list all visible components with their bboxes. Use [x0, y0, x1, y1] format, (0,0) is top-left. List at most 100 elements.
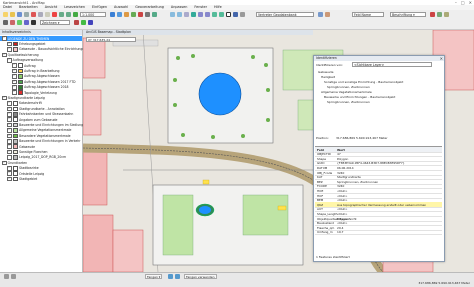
layer-visibility-checkbox[interactable]: ✓ — [2, 95, 7, 101]
zoom-out-icon[interactable] — [177, 12, 182, 17]
identify-tree-item[interactable]: Springbrunnen, Zierbrunnen — [327, 85, 370, 89]
layer-visibility-checkbox[interactable]: ✓ — [7, 47, 12, 52]
toc-layer-label: Katasterschrift — [19, 101, 42, 106]
layout-view-icon[interactable] — [4, 274, 9, 279]
toc-layer-item[interactable]: ✓ Stadtgebiet — [0, 176, 82, 182]
save-icon[interactable] — [17, 12, 22, 17]
undo-icon[interactable] — [59, 12, 64, 17]
identify-tree-item[interactable]: Sonstige und sonstige Einrichtung - Bauh… — [324, 80, 403, 84]
new-document-icon[interactable] — [3, 12, 8, 17]
use-snapping-button[interactable]: Fangen verwenden — [184, 274, 217, 279]
arctoolbox-icon[interactable] — [138, 12, 143, 17]
layer-visibility-checkbox[interactable]: ✓ — [7, 41, 12, 47]
text-tool-icon[interactable] — [31, 20, 36, 25]
layer-visibility-checkbox[interactable]: ✓ — [12, 74, 17, 79]
layer-visibility-checkbox[interactable]: ✓ — [7, 101, 12, 106]
identify-tree-item[interactable]: Heiligkeit — [321, 75, 335, 79]
draw-line-icon[interactable] — [24, 20, 29, 25]
layer-visibility-checkbox[interactable]: ✓ — [2, 52, 7, 58]
identify-tree-item[interactable]: Gebaeude — [318, 70, 333, 74]
draw-rectangle-icon[interactable] — [10, 20, 15, 25]
python-icon[interactable] — [145, 12, 150, 17]
full-extent-icon[interactable] — [191, 12, 196, 17]
field-name-select[interactable]: Feld Name — [352, 12, 384, 17]
layer-visibility-checkbox[interactable]: ✓ — [12, 68, 17, 74]
cut-icon[interactable] — [31, 12, 36, 17]
label-manager-icon[interactable] — [325, 12, 330, 17]
layer-visibility-checkbox[interactable]: ✓ — [7, 165, 12, 171]
draw-polygon-icon[interactable] — [17, 20, 22, 25]
layer-visibility-checkbox[interactable]: ✓ — [7, 111, 12, 117]
attribute-row[interactable]: Umfang_m 19,7 — [315, 230, 442, 236]
layer-visibility-checkbox[interactable]: ✓ — [7, 171, 12, 176]
toc-layer-label: LEGENDE ZU DEN THEMEN — [7, 36, 50, 41]
toolbar: 1:1.000 Vertreter Geodatenbank Feld Name… — [0, 10, 474, 30]
line-color-icon[interactable] — [88, 20, 93, 25]
layer-visibility-checkbox[interactable]: ✓ — [7, 149, 12, 155]
layer-visibility-checkbox[interactable] — [7, 155, 12, 160]
fill-color-icon[interactable] — [81, 20, 86, 25]
fixed-zoom-in-icon[interactable] — [198, 12, 203, 17]
delete-icon[interactable] — [52, 12, 57, 17]
labeling-menu[interactable]: Beschriftung ▾ — [390, 12, 426, 17]
back-extent-icon[interactable] — [212, 12, 217, 17]
redo-icon[interactable] — [66, 12, 71, 17]
layer-select[interactable]: Vertreter Geodatenbank — [256, 12, 314, 17]
toc-layer-label: Grundkarten — [7, 160, 28, 165]
font-icon[interactable] — [444, 12, 449, 17]
layer-visibility-checkbox[interactable]: ✓ — [7, 106, 12, 112]
data-view-icon[interactable] — [11, 274, 16, 279]
snapping-menu[interactable]: Fangen ▾ — [145, 274, 163, 279]
layer-visibility-checkbox[interactable]: ✓ — [7, 138, 12, 144]
layer-visibility-checkbox[interactable]: ✓ — [7, 57, 12, 63]
layer-visibility-checkbox[interactable]: ✓ — [7, 128, 12, 133]
fixed-zoom-out-icon[interactable] — [205, 12, 210, 17]
measure-icon[interactable] — [240, 12, 245, 17]
paste-icon[interactable] — [45, 12, 50, 17]
layer-visibility-checkbox[interactable]: ✓ — [2, 36, 7, 41]
layer-symbol-swatch — [17, 90, 23, 95]
editor-icon[interactable] — [110, 12, 115, 17]
search-window-icon[interactable] — [131, 12, 136, 17]
window-title: Kartenansicht1 - ArcMap — [3, 0, 45, 5]
layer-visibility-checkbox[interactable]: ✓ — [7, 144, 12, 149]
toc-layer-label: Stadtgrundkarte Leipzig — [7, 96, 45, 101]
copy-icon[interactable] — [38, 12, 43, 17]
identify-tree-item[interactable]: Springbrunnen, Zierbrunnen — [327, 100, 370, 104]
map-tab[interactable]: ArcGIS Basemap - Stadtplan — [83, 30, 313, 35]
layer-visibility-checkbox[interactable]: ✓ — [7, 117, 12, 122]
identify-from-select[interactable]: <Sichtbare Layer> — [352, 62, 432, 67]
layer-visibility-checkbox[interactable]: ✓ — [7, 133, 12, 139]
label-icon[interactable] — [430, 12, 435, 17]
select-features-icon[interactable] — [226, 12, 231, 17]
draw-menu[interactable]: Zeichnen ▾ — [40, 20, 70, 25]
add-data-icon[interactable] — [73, 12, 78, 17]
snap-end-icon[interactable] — [175, 274, 180, 279]
close-icon[interactable]: ✕ — [440, 56, 443, 61]
identify-tree-item[interactable]: Allgemeine Vegetationsmerkmale — [321, 90, 372, 94]
layer-symbol-swatch — [12, 144, 18, 149]
identify-icon[interactable] — [233, 12, 238, 17]
pan-icon[interactable] — [184, 12, 189, 17]
layer-visibility-checkbox[interactable]: ✓ — [12, 79, 17, 85]
arrow-select-icon[interactable] — [3, 20, 8, 25]
layer-properties-icon[interactable] — [318, 12, 323, 17]
layer-visibility-checkbox[interactable]: ✓ — [12, 63, 17, 68]
layer-visibility-checkbox[interactable]: ✓ — [12, 90, 17, 95]
identify-tree-item[interactable]: Bauwerke und Einrichtungen - Bauherrenob… — [324, 95, 395, 99]
font-color-icon[interactable] — [74, 20, 79, 25]
layer-visibility-checkbox[interactable]: ✓ — [12, 84, 17, 90]
snap-point-icon[interactable] — [168, 274, 173, 279]
scale-select[interactable]: 1:1.000 — [80, 12, 106, 17]
layer-visibility-checkbox[interactable]: ✓ — [2, 160, 7, 166]
symbol-icon[interactable] — [437, 12, 442, 17]
modelbuilder-icon[interactable] — [152, 12, 157, 17]
layer-visibility-checkbox[interactable]: ✓ — [7, 122, 12, 128]
print-icon[interactable] — [24, 12, 29, 17]
toc-window-icon[interactable] — [117, 12, 122, 17]
catalog-icon[interactable] — [124, 12, 129, 17]
layer-visibility-checkbox[interactable]: ✓ — [7, 176, 12, 182]
forward-extent-icon[interactable] — [219, 12, 224, 17]
zoom-in-icon[interactable] — [170, 12, 175, 17]
open-folder-icon[interactable] — [10, 12, 15, 17]
